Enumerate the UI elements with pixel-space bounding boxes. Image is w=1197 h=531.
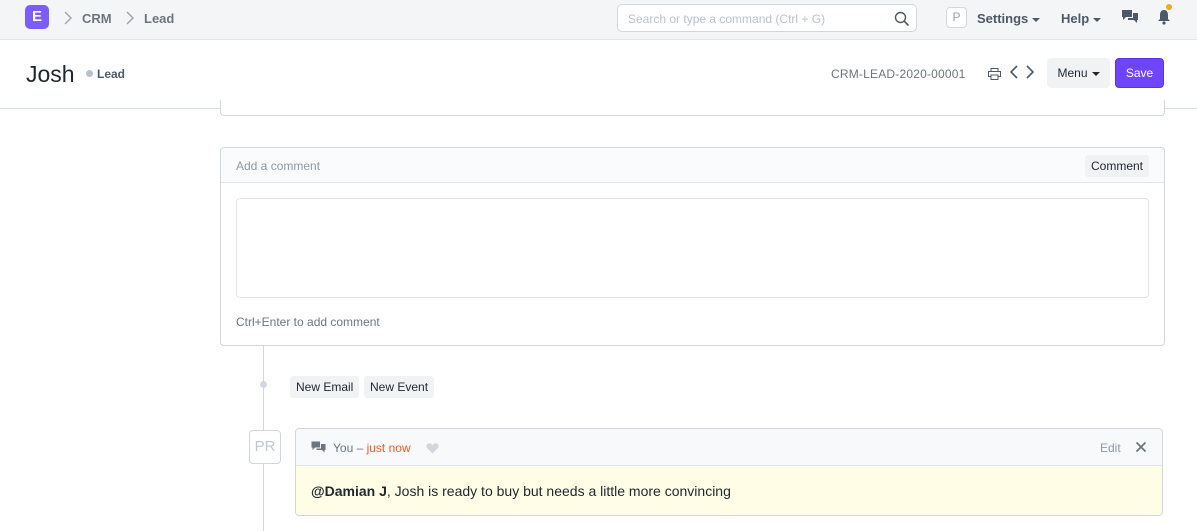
settings-dropdown[interactable]: Settings	[977, 11, 1041, 26]
new-event-button[interactable]: New Event	[364, 376, 435, 398]
timeline-dot	[260, 381, 267, 388]
help-dropdown[interactable]: Help	[1061, 11, 1102, 26]
comment-separator: –	[353, 441, 367, 455]
close-icon[interactable]	[1135, 441, 1147, 453]
chat-icon[interactable]	[1121, 9, 1139, 25]
caret-down-icon	[1091, 71, 1100, 76]
search-icon[interactable]	[894, 11, 910, 27]
new-email-button[interactable]: New Email	[290, 376, 360, 398]
breadcrumb-lead[interactable]: Lead	[144, 11, 174, 26]
search-placeholder: Search or type a command (Ctrl + G)	[628, 12, 826, 26]
timeline-comment: You – just now Edit @Damian J, Josh is r…	[295, 428, 1163, 516]
caret-down-icon	[1093, 17, 1102, 22]
page-head: Josh Lead CRM-LEAD-2020-00001 Menu Save	[0, 40, 1197, 109]
previous-doc-icon[interactable]	[1010, 65, 1018, 79]
status-badge: Lead	[97, 67, 126, 81]
user-avatar[interactable]: P	[946, 7, 967, 28]
comment-box-title: Add a comment	[236, 159, 321, 173]
comment-author-line: You – just now	[333, 441, 411, 455]
next-doc-icon[interactable]	[1026, 65, 1034, 79]
save-button[interactable]: Save	[1115, 58, 1164, 88]
notification-dot	[1166, 4, 1172, 10]
settings-label: Settings	[977, 11, 1029, 26]
timeline-comment-body: @Damian J, Josh is ready to buy but need…	[296, 466, 1162, 515]
avatar: PR	[249, 430, 281, 464]
comment-message: , Josh is ready to buy but needs a littl…	[386, 483, 731, 499]
search-input[interactable]: Search or type a command (Ctrl + G)	[617, 4, 917, 32]
page-title: Josh	[26, 61, 75, 87]
comment-hint: Ctrl+Enter to add comment	[236, 315, 380, 329]
menu-label: Menu	[1057, 66, 1088, 80]
chevron-right-icon	[126, 11, 134, 25]
top-navbar: E CRM Lead Search or type a command (Ctr…	[0, 0, 1197, 40]
comment-textarea[interactable]	[236, 198, 1149, 298]
app-logo[interactable]: E	[25, 5, 49, 29]
bell-icon[interactable]	[1157, 9, 1171, 25]
user-mention[interactable]: @Damian J	[311, 483, 387, 499]
comment-box-header: Add a comment Comment	[221, 148, 1164, 183]
comment-author: You	[333, 441, 354, 455]
comment-button[interactable]: Comment	[1084, 155, 1149, 177]
menu-button[interactable]: Menu	[1047, 58, 1110, 88]
print-icon[interactable]	[988, 68, 1001, 80]
status-indicator	[86, 70, 93, 77]
like-heart-icon[interactable]	[426, 442, 439, 454]
comment-timestamp: just now	[366, 441, 411, 455]
previous-section-card	[220, 100, 1165, 116]
timeline-comment-header: You – just now Edit	[296, 429, 1162, 466]
document-name: CRM-LEAD-2020-00001	[831, 67, 966, 81]
comment-text: @Damian J, Josh is ready to buy but need…	[311, 483, 731, 499]
caret-down-icon	[1032, 17, 1041, 22]
comment-icon	[311, 441, 326, 453]
chevron-right-icon	[64, 11, 72, 25]
comment-box: Add a comment Comment Ctrl+Enter to add …	[220, 147, 1165, 346]
help-label: Help	[1061, 11, 1090, 26]
breadcrumb-crm[interactable]: CRM	[82, 11, 112, 26]
edit-comment-link[interactable]: Edit	[1100, 441, 1121, 455]
